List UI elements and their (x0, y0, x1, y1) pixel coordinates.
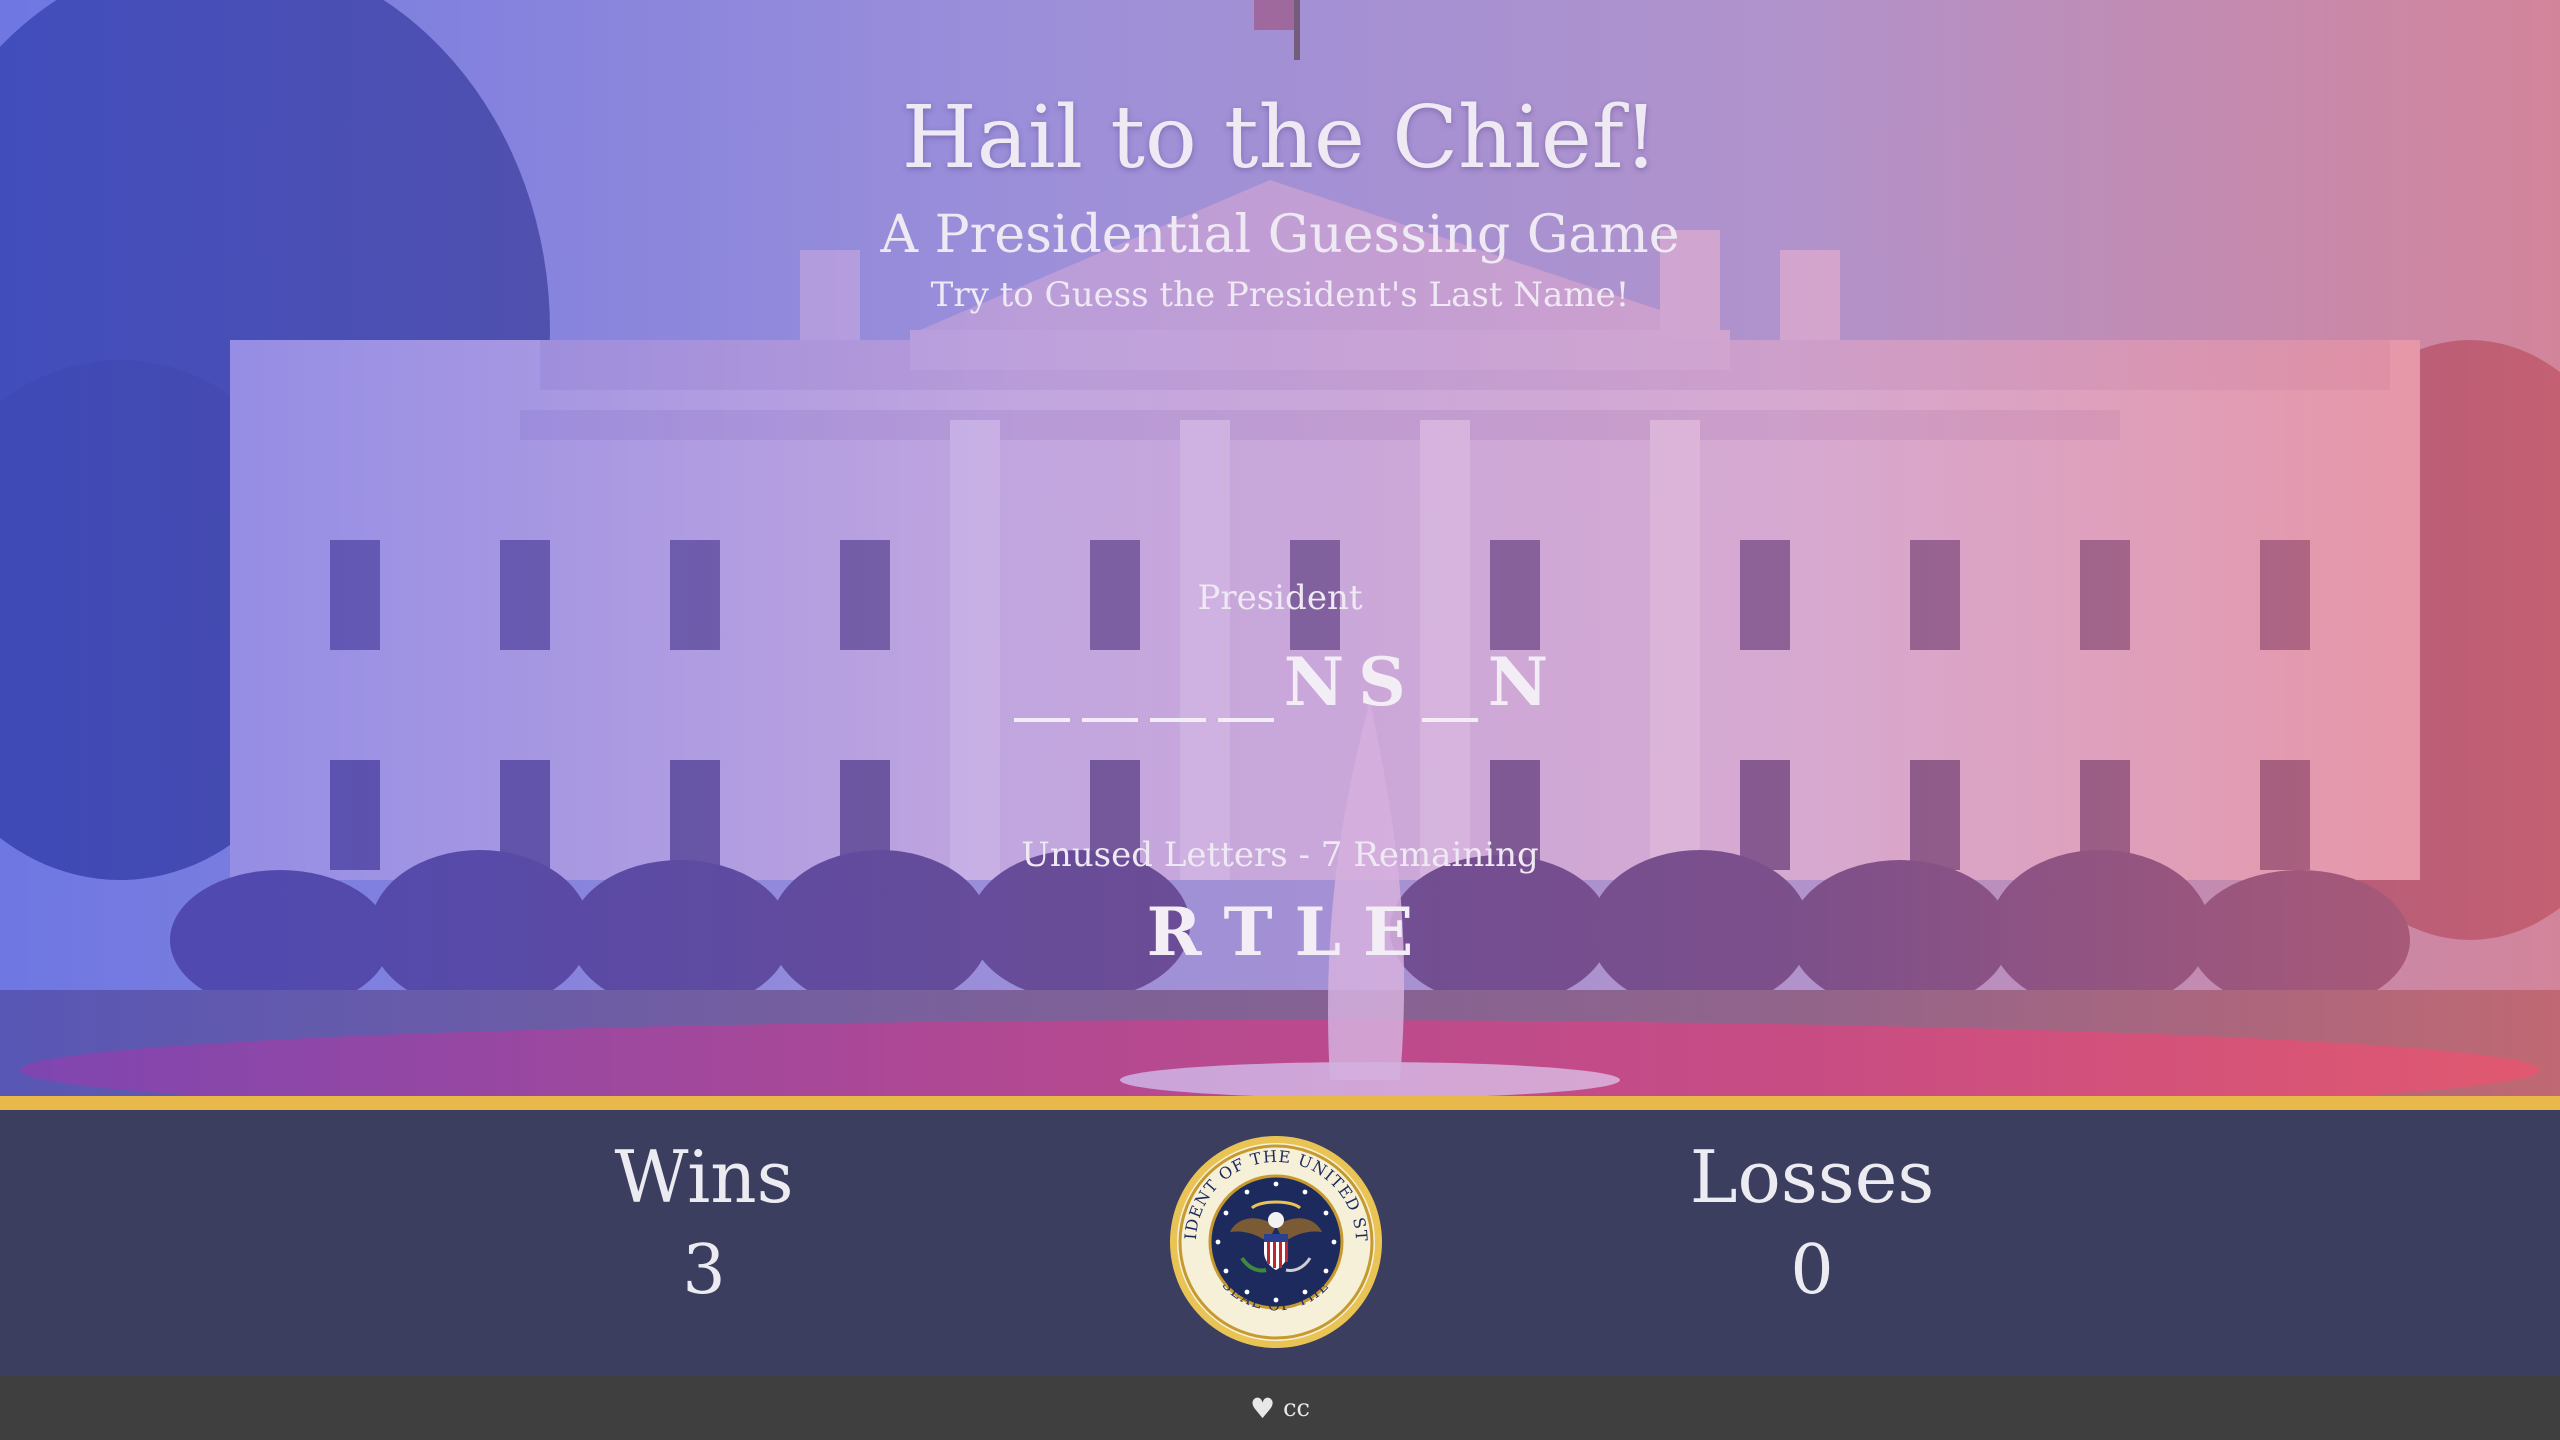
letter-slot: N (1487, 643, 1549, 721)
score-bar: Wins 3 PRESIDENT OF THE UNITED STATES SE… (0, 1110, 2560, 1376)
wins-label: Wins (614, 1135, 794, 1219)
letter-slot: N (1283, 643, 1345, 721)
unused-letters: R T L E (0, 892, 2560, 972)
unused-letter: T (1223, 893, 1273, 971)
losses-label: Losses (1689, 1135, 1935, 1219)
page-title: Hail to the Chief! (901, 88, 1659, 188)
puzzle-label: President (1197, 578, 1363, 618)
page-subtitle: A Presidential Guessing Game (880, 205, 1680, 265)
hero-banner: Hail to the Chief! A Presidential Guessi… (0, 0, 2560, 1096)
puzzle-word: N S N (0, 632, 2560, 722)
losses-panel: Losses 0 (1562, 1110, 2062, 1316)
letter-slot (1218, 642, 1274, 722)
game-instruction: Try to Guess the President's Last Name! (930, 275, 1630, 315)
wins-panel: Wins 3 (454, 1110, 954, 1316)
letter-slot (1082, 642, 1138, 722)
unused-letter: R (1146, 893, 1202, 971)
unused-letter: E (1363, 893, 1414, 971)
footer-credit[interactable]: cc (1283, 1394, 1310, 1422)
footer: ♥ cc (0, 1376, 2560, 1440)
letter-slot: S (1358, 643, 1406, 721)
letter-slot (1150, 642, 1206, 722)
presidential-seal-icon: PRESIDENT OF THE UNITED STATES SEAL OF T… (1168, 1134, 1382, 1348)
heart-icon: ♥ (1250, 1391, 1276, 1425)
losses-count: 0 (1790, 1231, 1834, 1310)
unused-letter: L (1294, 893, 1342, 971)
wins-count: 3 (682, 1231, 726, 1310)
unused-letters-label: Unused Letters - 7 Remaining (1021, 835, 1539, 875)
letter-slot (1422, 642, 1478, 722)
gold-divider (0, 1096, 2560, 1110)
letter-slot (1014, 642, 1070, 722)
